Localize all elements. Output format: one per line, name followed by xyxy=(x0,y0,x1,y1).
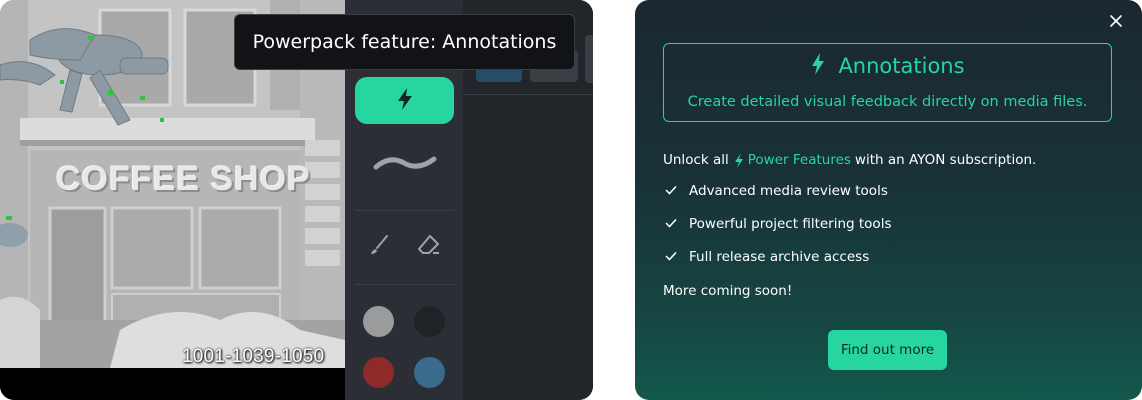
feature-title-row: Annotations xyxy=(664,52,1111,80)
feature-title: Annotations xyxy=(838,54,965,78)
feature-card: Annotations Create detailed visual feedb… xyxy=(663,43,1112,122)
panel-chip-partial[interactable] xyxy=(585,35,593,83)
brush-tool-button[interactable] xyxy=(364,232,394,262)
wavy-line-icon xyxy=(372,151,438,179)
unlock-suffix: with an AYON subscription. xyxy=(854,152,1037,168)
close-button[interactable] xyxy=(1105,10,1127,32)
bolt-icon xyxy=(810,52,826,80)
viewport-bottom-bar xyxy=(0,368,345,400)
brush-icon xyxy=(367,233,391,261)
powerpack-modal: Annotations Create detailed visual feedb… xyxy=(635,0,1142,400)
benefit-item: Powerful project filtering tools xyxy=(665,216,891,232)
benefit-label: Full release archive access xyxy=(689,249,870,265)
panel-divider xyxy=(463,94,593,95)
color-swatch-blue[interactable] xyxy=(414,357,445,388)
coming-soon-text: More coming soon! xyxy=(663,283,793,299)
check-icon xyxy=(665,249,677,265)
check-icon xyxy=(665,216,677,232)
tool-divider xyxy=(355,210,454,211)
power-features-link[interactable]: Power Features xyxy=(748,152,851,168)
annotations-powerpack-button[interactable] xyxy=(355,77,454,124)
powerpack-tooltip: Powerpack feature: Annotations xyxy=(234,14,575,70)
tool-divider xyxy=(355,284,454,285)
frame-range-label: 1001-1039-1050 xyxy=(182,346,325,367)
benefit-item: Full release archive access xyxy=(665,249,869,265)
check-icon xyxy=(665,183,677,199)
unlock-text: Unlock all Power Features with an AYON s… xyxy=(663,152,1036,168)
feature-description: Create detailed visual feedback directly… xyxy=(687,94,1088,110)
bolt-icon xyxy=(734,152,744,168)
close-icon xyxy=(1110,12,1122,31)
color-swatch-red[interactable] xyxy=(363,357,394,388)
shop-sign-text: COFFEE SHOP xyxy=(56,160,311,198)
stroke-tool-button[interactable] xyxy=(355,140,454,190)
benefit-item: Advanced media review tools xyxy=(665,183,888,199)
find-out-more-button[interactable]: Find out more xyxy=(828,330,947,370)
eraser-icon xyxy=(416,233,442,261)
eraser-tool-button[interactable] xyxy=(414,232,444,262)
benefit-label: Powerful project filtering tools xyxy=(689,216,892,232)
viewer-screenshot: COFFEE SHOP 1001-1039-1050 Powerpack fea… xyxy=(0,0,593,400)
color-swatch-light-gray[interactable] xyxy=(363,306,394,337)
color-swatch-black[interactable] xyxy=(414,306,445,337)
benefit-label: Advanced media review tools xyxy=(689,183,888,199)
unlock-prefix: Unlock all xyxy=(663,152,729,168)
bolt-icon xyxy=(396,87,414,115)
